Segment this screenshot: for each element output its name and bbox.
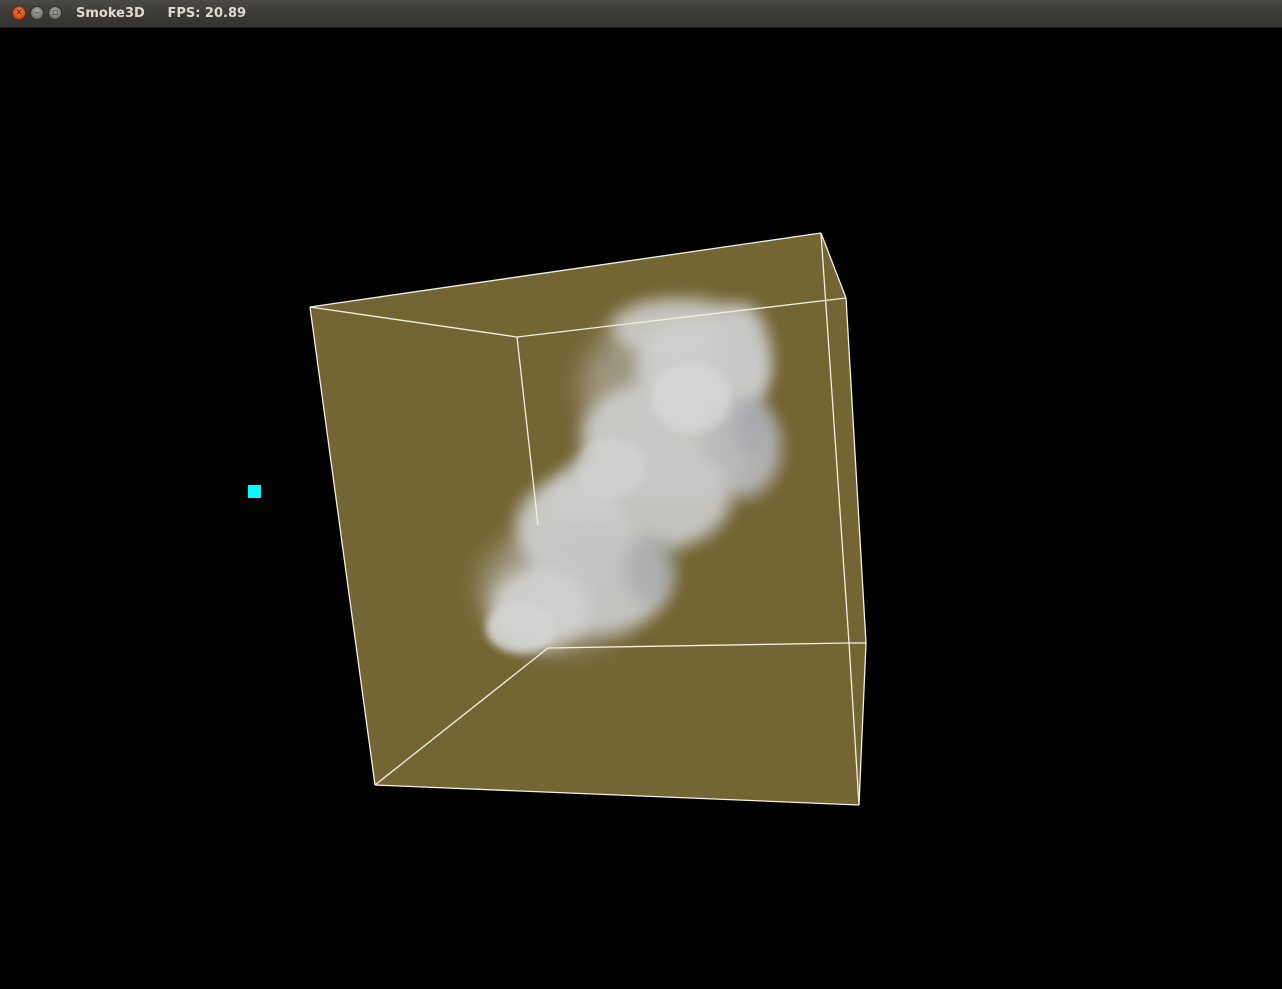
close-button[interactable]: ✕ xyxy=(12,6,26,20)
fps-readout: FPS: 20.89 xyxy=(167,6,247,21)
render-viewport[interactable] xyxy=(1,28,1281,988)
minimize-button[interactable]: – xyxy=(30,6,44,20)
scene-svg xyxy=(309,232,867,806)
close-icon: ✕ xyxy=(15,7,23,18)
maximize-button[interactable]: ▫ xyxy=(48,6,62,20)
app-title: Smoke3D xyxy=(76,6,145,21)
app-window: ✕ – ▫ Smoke3D FPS: 20.89 xyxy=(0,0,1282,989)
minimize-icon: – xyxy=(34,7,40,18)
title-bar[interactable]: ✕ – ▫ Smoke3D FPS: 20.89 xyxy=(0,0,1282,28)
light-source-marker[interactable] xyxy=(248,485,261,498)
window-title: Smoke3D FPS: 20.89 xyxy=(76,6,246,21)
maximize-icon: ▫ xyxy=(51,7,59,18)
